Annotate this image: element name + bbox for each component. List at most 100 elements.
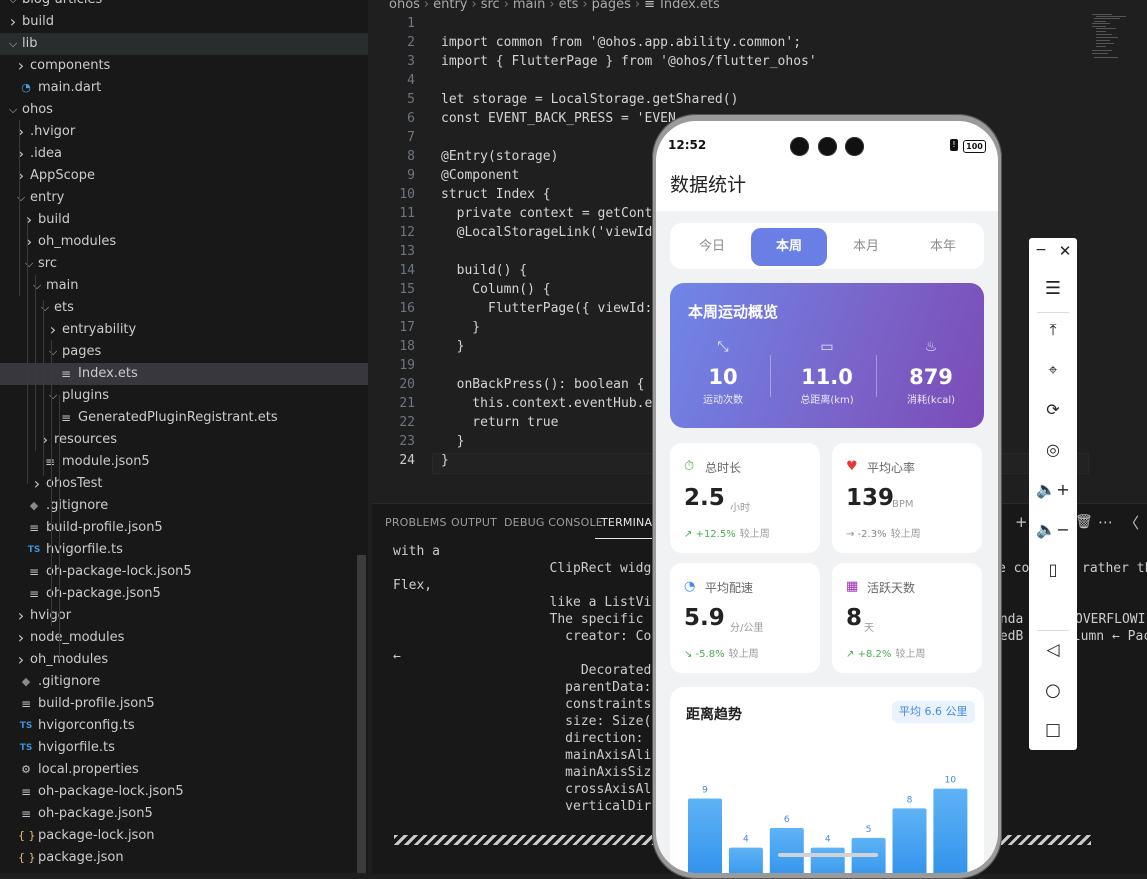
tree-item[interactable]: › build (0, 209, 368, 231)
minimap[interactable] (1090, 14, 1146, 64)
tree-item[interactable]: ◆ .gitignore (0, 495, 368, 517)
stopwatch-icon: ⏱ (684, 459, 695, 474)
chevron-down-icon[interactable]: ⌵ (14, 187, 28, 209)
breadcrumb-item[interactable]: ohos (389, 0, 420, 12)
tree-item[interactable]: › resources (0, 429, 368, 451)
period-tab[interactable]: 本月 (828, 228, 904, 266)
chevron-down-icon[interactable]: ⌵ (46, 385, 60, 407)
tree-item[interactable]: ⌵ entry (0, 187, 368, 209)
tree-item[interactable]: TS hvigorconfig.ts (0, 715, 368, 737)
chevron-right-icon[interactable]: › (14, 55, 28, 77)
period-tab[interactable]: 本年 (905, 228, 981, 266)
chevron-right-icon[interactable]: › (14, 627, 28, 649)
breadcrumb-item[interactable]: entry (433, 0, 467, 12)
pin-top-icon[interactable]: ⤒ (1029, 320, 1077, 340)
tree-item[interactable]: › AppScope (0, 165, 368, 187)
breadcrumb-item[interactable]: pages (592, 0, 631, 12)
close-icon[interactable]: ✕ (1053, 242, 1077, 260)
volume-up-icon[interactable]: 🔈+ (1029, 480, 1077, 499)
chevron-right-icon[interactable]: › (14, 121, 28, 143)
tree-item[interactable]: ≡ build-profile.json5 (0, 693, 368, 715)
chevron-right-icon[interactable]: › (14, 165, 28, 187)
panel-tab[interactable]: TERMINAL (601, 516, 659, 529)
tree-item[interactable]: ≡ module.json5 (0, 451, 368, 473)
home-indicator[interactable] (778, 853, 878, 857)
phone-screen[interactable]: 12:52 ! 100 数据统计 今日 本周 本月 本年 本周运动概览 ⤡ 10 运动次数… (656, 121, 998, 873)
screenshot-icon[interactable]: ◎ (1029, 440, 1077, 459)
tree-item[interactable]: › ohosTest (0, 473, 368, 495)
more-icon[interactable]: ⋯ (1098, 513, 1113, 531)
explorer-scrollbar[interactable] (357, 555, 366, 873)
home-icon[interactable]: ○ (1029, 680, 1077, 701)
chevron-down-icon[interactable]: ⌵ (38, 297, 52, 319)
chevron-down-icon[interactable]: ⌵ (6, 0, 20, 11)
overview-title: 本周运动概览 (688, 303, 779, 321)
tree-item[interactable]: ⌵ src (0, 253, 368, 275)
tree-item[interactable]: TS hvigorfile.ts (0, 539, 368, 561)
chevron-down-icon[interactable]: ⌵ (30, 275, 44, 297)
tree-item[interactable]: ⌵blog-articles (0, 0, 368, 11)
menu-icon[interactable]: ☰ (1029, 278, 1077, 299)
tree-item[interactable]: › .hvigor (0, 121, 368, 143)
volume-down-icon[interactable]: 🔈− (1029, 520, 1077, 539)
chevron-right-icon[interactable]: › (14, 605, 28, 627)
trash-icon[interactable]: 🗑 (1075, 514, 1093, 530)
tree-item[interactable]: ⌵ plugins (0, 385, 368, 407)
tree-item[interactable]: › node_modules (0, 627, 368, 649)
tree-item[interactable]: ≡ oh-package.json5 (0, 583, 368, 605)
breadcrumb-item[interactable]: main (513, 0, 545, 12)
tree-item[interactable]: › .idea (0, 143, 368, 165)
panel-tab[interactable]: DEBUG CONSOLE (504, 516, 603, 529)
tree-item[interactable]: › oh_modules (0, 649, 368, 671)
breadcrumb-item[interactable]: ets (559, 0, 579, 12)
tree-item[interactable]: ≡ oh-package-lock.json5 (0, 561, 368, 583)
tree-item[interactable]: ⚙ local.properties (0, 759, 368, 781)
chevron-right-icon[interactable]: › (14, 143, 28, 165)
tree-item[interactable]: ≡ oh-package.json5 (0, 803, 368, 825)
tree-item[interactable]: TS hvigorfile.ts (0, 737, 368, 759)
tree-item[interactable]: › build (0, 11, 368, 33)
chevron-right-icon[interactable]: › (22, 209, 36, 231)
tree-item[interactable]: ≡ Index.ets (0, 363, 368, 385)
tree-item[interactable]: ⌵ main (0, 275, 368, 297)
crop-icon[interactable]: ⌖ (1029, 360, 1077, 380)
breadcrumb-item[interactable]: src (481, 0, 500, 12)
chevron-right-icon[interactable]: › (38, 429, 52, 451)
chevron-down-icon[interactable]: ⌵ (22, 253, 36, 275)
chevron-right-icon[interactable]: › (22, 231, 36, 253)
tree-item[interactable]: ◔ main.dart (0, 77, 368, 99)
tree-item[interactable]: { } package.json (0, 847, 368, 869)
minimize-icon[interactable]: − (1029, 242, 1053, 258)
tree-item[interactable]: ›hvigor (0, 605, 368, 627)
chevron-down-icon[interactable]: ⌵ (46, 341, 60, 363)
period-tab[interactable]: 本周 (751, 228, 827, 266)
panel-tab[interactable]: OUTPUT (451, 516, 497, 529)
chevron-right-icon[interactable]: › (6, 11, 20, 33)
tree-item[interactable]: ⌵ ohos (0, 99, 368, 121)
tree-item[interactable]: › oh_modules (0, 231, 368, 253)
maximize-panel-icon[interactable]: 〈 (1124, 512, 1139, 533)
chevron-right-icon[interactable]: › (30, 473, 44, 495)
recents-icon[interactable]: □ (1029, 720, 1077, 740)
period-tab[interactable]: 今日 (674, 228, 750, 266)
tree-item[interactable]: ≡ build-profile.json5 (0, 517, 368, 539)
chevron-right-icon[interactable]: › (14, 649, 28, 671)
tree-item[interactable]: ⌵ lib (0, 33, 368, 55)
tree-item[interactable]: ⌵ pages (0, 341, 368, 363)
tree-item[interactable]: › components (0, 55, 368, 77)
chevron-down-icon[interactable]: ⌵ (6, 33, 20, 55)
tree-item[interactable]: ⌵ ets (0, 297, 368, 319)
panel-tab[interactable]: PROBLEMS (385, 516, 447, 529)
rotate-icon[interactable]: ⟳ (1029, 400, 1077, 419)
breadcrumb-item[interactable]: Index.ets (660, 0, 720, 12)
tree-item[interactable]: { } package-lock.json (0, 825, 368, 847)
tree-item[interactable]: › entryability (0, 319, 368, 341)
tree-item[interactable]: ◆ .gitignore (0, 671, 368, 693)
shake-icon[interactable]: ▯ (1029, 560, 1077, 579)
tree-item[interactable]: ≡ GeneratedPluginRegistrant.ets (0, 407, 368, 429)
tree-item[interactable]: ≡ oh-package-lock.json5 (0, 781, 368, 803)
chevron-right-icon[interactable]: › (46, 319, 60, 341)
chevron-down-icon[interactable]: ⌵ (6, 99, 20, 121)
back-icon[interactable]: ◁ (1029, 640, 1077, 660)
new-terminal-icon[interactable]: + (1015, 513, 1028, 531)
